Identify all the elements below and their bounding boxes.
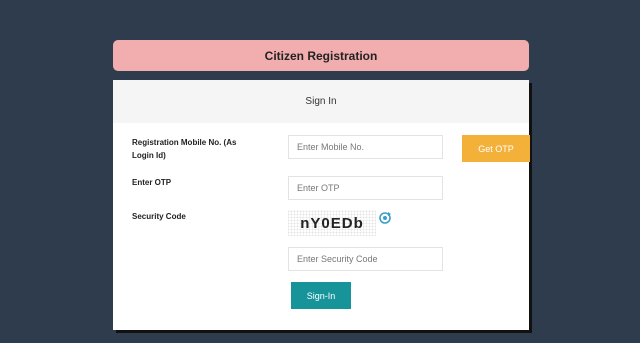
- otp-label: Enter OTP: [132, 178, 172, 187]
- get-otp-button[interactable]: Get OTP: [462, 135, 530, 162]
- security-code-label: Security Code: [132, 212, 186, 221]
- page-title: Citizen Registration: [113, 40, 529, 71]
- refresh-icon[interactable]: [378, 211, 392, 225]
- sign-in-button[interactable]: Sign-In: [291, 282, 351, 309]
- mobile-input[interactable]: [288, 135, 443, 159]
- mobile-label: Registration Mobile No. (As Login Id): [132, 138, 237, 160]
- card-heading: Sign In: [113, 80, 529, 123]
- otp-input[interactable]: [288, 176, 443, 200]
- sign-in-card: Sign In Registration Mobile No. (As Logi…: [113, 80, 530, 330]
- security-code-input[interactable]: [288, 247, 443, 271]
- captcha-image: nY0EDb: [288, 210, 376, 236]
